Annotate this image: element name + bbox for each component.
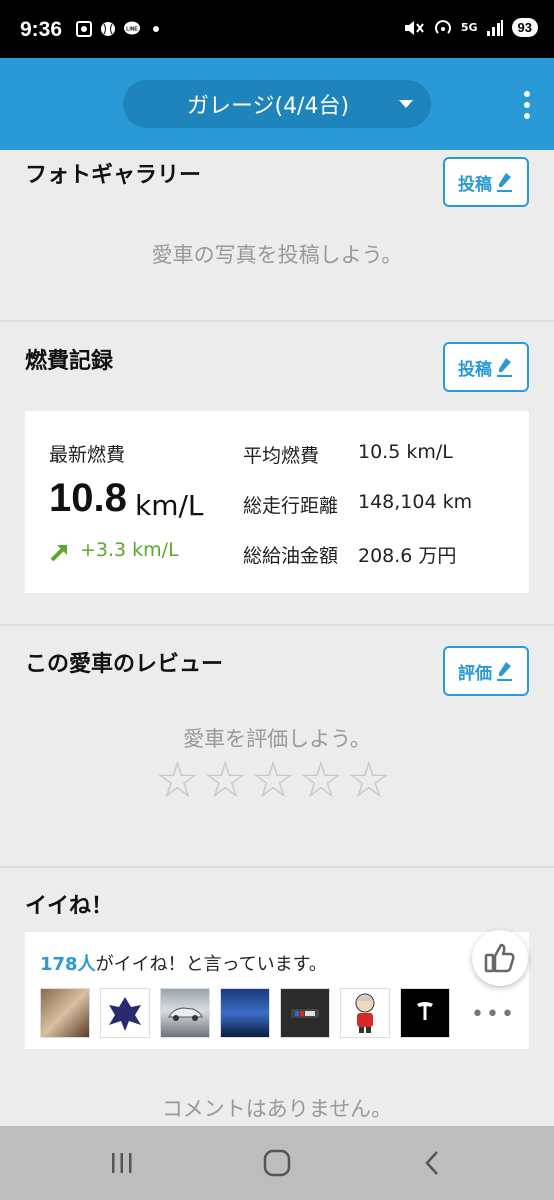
avatar[interactable] bbox=[100, 988, 150, 1038]
review-rate-button[interactable]: 評価 bbox=[443, 646, 529, 696]
likes-count[interactable]: 178人 bbox=[40, 954, 96, 975]
back-button[interactable] bbox=[412, 1146, 452, 1180]
post-button-label: 投稿 bbox=[458, 174, 492, 195]
post-button-label: 投稿 bbox=[458, 359, 492, 380]
more-likers-button[interactable]: ••• bbox=[471, 1002, 516, 1027]
total-cost-value: 208.6 万円 bbox=[358, 545, 457, 567]
photo-post-button[interactable]: 投稿 bbox=[443, 157, 529, 207]
star-icon[interactable]: ☆ bbox=[155, 755, 200, 805]
garage-selector-label: ガレージ(4/4台) bbox=[186, 94, 350, 119]
overflow-menu-icon[interactable] bbox=[524, 91, 532, 119]
pencil-icon bbox=[497, 358, 512, 377]
avatar[interactable] bbox=[160, 988, 210, 1038]
battery-indicator: 93 bbox=[511, 18, 538, 37]
latest-fuel-unit: km/L bbox=[135, 489, 204, 522]
notification-icons: LINE bbox=[75, 20, 159, 38]
rate-button-label: 評価 bbox=[458, 663, 492, 684]
comments-empty-text: コメントはありません。 bbox=[161, 1097, 393, 1121]
avatar[interactable] bbox=[400, 988, 450, 1038]
fuel-summary-card[interactable]: 最新燃費 10.8 km/L +3.3 km/L 平均燃費 10.5 km/L … bbox=[25, 411, 529, 593]
home-button[interactable] bbox=[257, 1146, 297, 1180]
signal-icon bbox=[486, 19, 503, 36]
rating-stars[interactable]: ☆ ☆ ☆ ☆ ☆ bbox=[155, 755, 391, 805]
likes-card[interactable]: 178人がイイね！と言っています。 ••• bbox=[25, 932, 529, 1049]
home-icon bbox=[263, 1149, 291, 1177]
likes-summary: 178人がイイね！と言っています。 bbox=[40, 950, 327, 976]
star-icon[interactable]: ☆ bbox=[203, 755, 248, 805]
pencil-icon bbox=[497, 662, 512, 681]
system-nav-bar bbox=[0, 1126, 554, 1200]
avatar[interactable] bbox=[340, 988, 390, 1038]
total-cost-label: 総給油金額 bbox=[243, 545, 339, 567]
app-bar: ガレージ(4/4台) bbox=[0, 58, 554, 150]
average-fuel-label: 平均燃費 bbox=[243, 445, 320, 467]
thumbs-up-icon bbox=[484, 943, 515, 973]
star-icon[interactable]: ☆ bbox=[298, 755, 343, 805]
star-icon[interactable]: ☆ bbox=[346, 755, 391, 805]
avatar[interactable] bbox=[280, 988, 330, 1038]
section-title: 燃費記録 bbox=[25, 349, 114, 374]
back-icon bbox=[425, 1151, 438, 1175]
photo-gallery-section: フォトギャラリー 投稿 愛車の写真を投稿しよう。 bbox=[0, 150, 554, 320]
network-type: 5G bbox=[460, 21, 478, 34]
review-section: この愛車のレビュー 評価 愛車を評価しよう。 bbox=[0, 626, 554, 866]
fuel-diff: +3.3 km/L bbox=[80, 539, 179, 561]
status-right: 5G 93 bbox=[403, 18, 538, 37]
average-fuel-value: 10.5 km/L bbox=[358, 441, 453, 463]
chevron-down-icon bbox=[399, 100, 413, 108]
more-notifications-dot bbox=[153, 26, 159, 32]
recent-apps-button[interactable] bbox=[102, 1146, 142, 1180]
hotspot-icon bbox=[434, 19, 451, 34]
mute-icon bbox=[404, 20, 424, 35]
status-time: 9:36 bbox=[20, 18, 63, 41]
section-title: フォトギャラリー bbox=[25, 163, 202, 188]
latest-fuel-label: 最新燃費 bbox=[49, 444, 126, 466]
line-app-icon: LINE bbox=[124, 21, 140, 35]
review-empty-text: 愛車を評価しよう。 bbox=[183, 727, 371, 751]
pencil-icon bbox=[497, 173, 512, 192]
baseball-icon bbox=[101, 22, 115, 36]
likes-suffix: がイイね！と言っています。 bbox=[95, 954, 327, 975]
photo-empty-text: 愛車の写真を投稿しよう。 bbox=[151, 243, 403, 267]
section-title: この愛車のレビュー bbox=[25, 652, 224, 677]
liker-avatars bbox=[40, 988, 450, 1038]
latest-fuel-value: 10.8 bbox=[49, 476, 127, 520]
recent-apps-icon bbox=[112, 1153, 132, 1173]
like-button[interactable] bbox=[472, 930, 528, 986]
avatar[interactable] bbox=[220, 988, 270, 1038]
garage-selector[interactable]: ガレージ(4/4台) bbox=[123, 80, 431, 128]
fuel-post-button[interactable]: 投稿 bbox=[443, 342, 529, 392]
arrow-up-right-icon bbox=[50, 545, 67, 562]
screenshot-icon bbox=[76, 21, 92, 37]
total-distance-label: 総走行距離 bbox=[243, 495, 339, 517]
status-bar: 9:36 LINE 5G 93 bbox=[0, 0, 554, 58]
avatar[interactable] bbox=[40, 988, 90, 1038]
total-distance-value: 148,104 km bbox=[358, 491, 473, 513]
svg-text:LINE: LINE bbox=[126, 27, 138, 33]
section-title: イイね！ bbox=[25, 894, 114, 919]
star-icon[interactable]: ☆ bbox=[251, 755, 296, 805]
